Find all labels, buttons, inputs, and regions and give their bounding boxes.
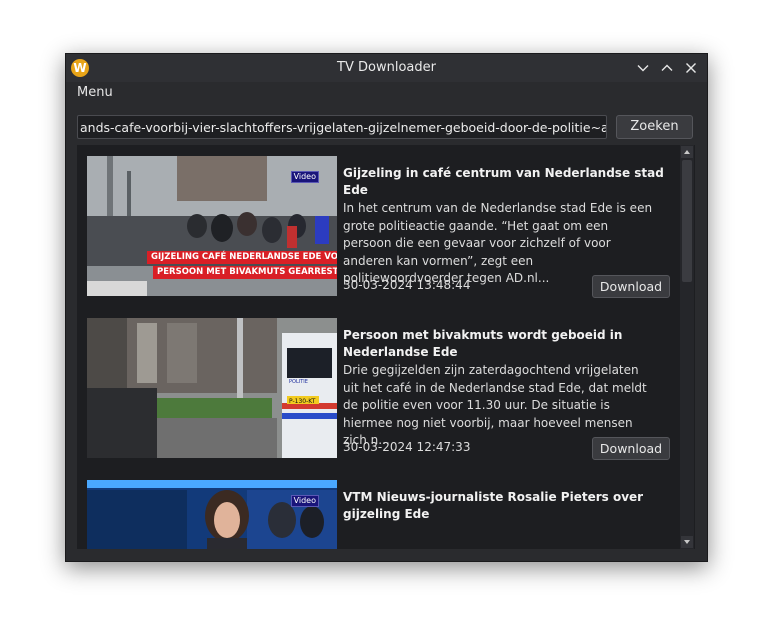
minimize-button[interactable] — [634, 59, 652, 77]
result-date: 30-03-2024 12:47:33 — [343, 440, 471, 454]
license-plate: P-130-KT — [289, 398, 316, 405]
video-thumbnail[interactable]: Video GIJZELING CAFÉ NEDERLANDSE EDE VOO… — [87, 156, 337, 296]
close-button[interactable] — [682, 59, 700, 77]
scrollbar-thumb[interactable] — [682, 160, 692, 282]
result-card: P-130-KT POLITIE Persoon met bivakmuts w… — [87, 318, 670, 463]
vertical-scrollbar[interactable] — [680, 145, 694, 549]
download-button[interactable]: Download — [592, 437, 670, 460]
menu-button[interactable]: Menu — [77, 82, 113, 104]
maximize-button[interactable] — [658, 59, 676, 77]
chevron-up-icon — [661, 64, 673, 71]
result-card: Video GIJZELING CAFÉ NEDERLANDSE EDE VOO… — [87, 156, 670, 301]
video-badge: Video — [290, 171, 319, 183]
police-label: POLITIE — [289, 379, 308, 385]
chevron-down-icon — [637, 65, 649, 72]
close-icon — [686, 63, 696, 73]
url-input[interactable]: ands-cafe-voorbij-vier-slachtoffers-vrij… — [77, 115, 607, 139]
app-window: W TV Downloader Menu ands-cafe-voorbij-v… — [65, 53, 708, 562]
video-thumbnail[interactable]: Video — [87, 480, 337, 549]
results-list[interactable]: Video GIJZELING CAFÉ NEDERLANDSE EDE VOO… — [77, 145, 695, 549]
thumbnail-image — [87, 480, 337, 549]
download-button[interactable]: Download — [592, 275, 670, 298]
video-badge: Video — [290, 495, 319, 507]
result-card: Video VTM Nieuws-journaliste Rosalie Pie… — [87, 480, 667, 549]
result-date: 30-03-2024 13:48:44 — [343, 278, 471, 292]
menu-bar: Menu — [66, 82, 707, 104]
title-bar[interactable]: W TV Downloader — [66, 54, 707, 82]
scroll-up-arrow-icon — [684, 150, 690, 154]
result-title: Persoon met bivakmuts wordt geboeid in N… — [343, 328, 623, 359]
scroll-down-button[interactable] — [681, 536, 693, 548]
result-title: VTM Nieuws-journaliste Rosalie Pieters o… — [343, 490, 644, 521]
window-title: TV Downloader — [337, 60, 436, 75]
scroll-up-button[interactable] — [681, 146, 693, 158]
thumbnail-image: P-130-KT POLITIE — [87, 318, 337, 458]
scroll-down-arrow-icon — [684, 540, 690, 544]
caption-overlay-line2: PERSOON MET BIVAKMUTS GEARRESTEERD — [153, 266, 337, 279]
search-button[interactable]: Zoeken — [616, 115, 693, 139]
video-thumbnail[interactable]: P-130-KT POLITIE — [87, 318, 337, 458]
caption-overlay-line1: GIJZELING CAFÉ NEDERLANDSE EDE VOORBIJ, — [147, 251, 337, 264]
result-title: Gijzeling in café centrum van Nederlands… — [343, 166, 664, 197]
